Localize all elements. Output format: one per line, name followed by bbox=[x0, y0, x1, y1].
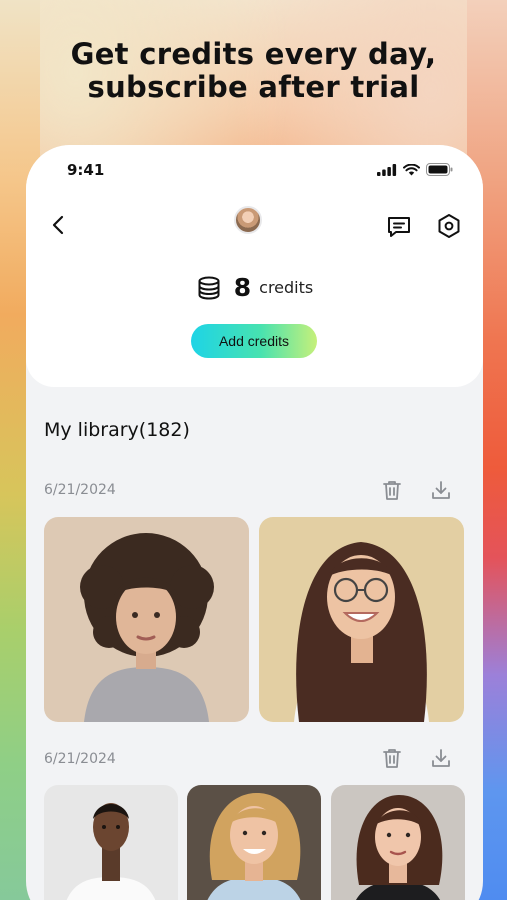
coins-stack-icon bbox=[198, 276, 220, 300]
library-photo[interactable] bbox=[44, 785, 178, 900]
download-icon[interactable] bbox=[430, 747, 452, 769]
profile-avatar[interactable] bbox=[234, 206, 262, 234]
settings-hexagon-icon[interactable] bbox=[436, 213, 462, 239]
wifi-icon bbox=[403, 163, 420, 175]
status-icons bbox=[377, 163, 453, 176]
download-icon[interactable] bbox=[430, 479, 452, 501]
signal-icon bbox=[377, 163, 397, 176]
library-photo[interactable] bbox=[44, 517, 249, 722]
trash-icon[interactable] bbox=[381, 479, 403, 501]
phone-screen: 9:41 8 credits Add credits My library(18… bbox=[26, 145, 483, 900]
credits-summary: 8 credits bbox=[26, 273, 483, 302]
back-chevron-icon[interactable] bbox=[48, 213, 70, 237]
library-title: My library(182) bbox=[44, 419, 190, 441]
library-photo[interactable] bbox=[259, 517, 464, 722]
promo-headline: Get credits every day, subscribe after t… bbox=[0, 38, 507, 104]
credits-count: 8 bbox=[233, 273, 252, 302]
credits-label: credits bbox=[259, 278, 314, 297]
library-photo[interactable] bbox=[187, 785, 321, 900]
trash-icon[interactable] bbox=[381, 747, 403, 769]
library-photo[interactable] bbox=[331, 785, 465, 900]
promo-headline-line2: subscribe after trial bbox=[87, 70, 420, 104]
battery-icon bbox=[426, 163, 453, 176]
promo-headline-line1: Get credits every day, bbox=[70, 37, 437, 71]
add-credits-button[interactable]: Add credits bbox=[191, 324, 317, 358]
group-date: 6/21/2024 bbox=[44, 751, 116, 767]
status-time: 9:41 bbox=[67, 161, 105, 179]
group-date: 6/21/2024 bbox=[44, 482, 116, 498]
message-icon[interactable] bbox=[386, 215, 412, 239]
